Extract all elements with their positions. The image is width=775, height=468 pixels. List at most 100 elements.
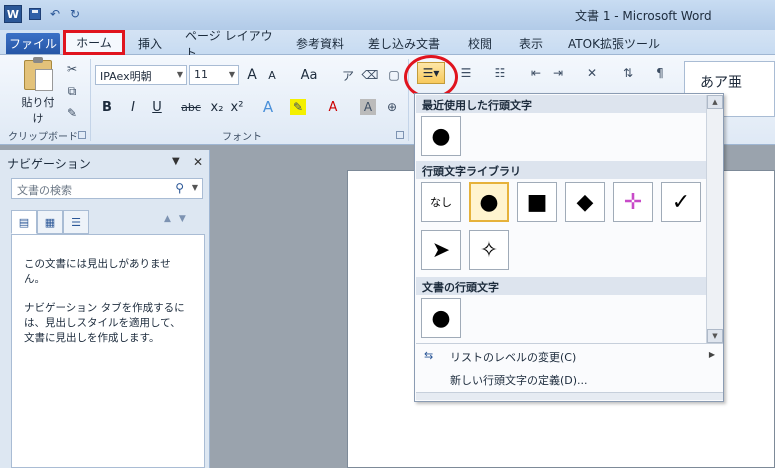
copy-icon[interactable]: ⧉ [64, 83, 80, 99]
paste-label: 貼り付け [21, 96, 55, 125]
decrease-indent-icon[interactable]: ⇤ [528, 65, 544, 81]
navigation-title: ナビゲーション [7, 157, 91, 171]
search-icon[interactable]: ⚲ [175, 181, 184, 195]
navigation-tabs: ▤ ▦ ☰ [11, 210, 89, 234]
menu-divider [416, 343, 723, 344]
character-border-icon[interactable]: ▢ [386, 67, 402, 83]
format-painter-icon[interactable]: ✎ [64, 105, 80, 121]
superscript-button[interactable]: x² [228, 97, 246, 117]
bullet-option-document[interactable]: ● [421, 298, 461, 338]
tab-headings[interactable]: ▤ [11, 210, 37, 234]
word-logo-icon[interactable]: W [4, 5, 22, 23]
search-placeholder: 文書の検索 [17, 184, 72, 197]
chevron-down-icon: ▼ [176, 70, 183, 79]
shrink-font-button[interactable]: A [263, 65, 281, 85]
save-icon [29, 8, 41, 20]
tab-home[interactable]: ホーム [63, 30, 125, 55]
clear-formatting-icon[interactable]: ⌫ [362, 67, 379, 83]
nav-arrows[interactable]: ▲▼ [164, 214, 194, 224]
navigation-pane: ナビゲーション ▼ ✕ 文書の検索 ⚲ ▼ ▤ ▦ ☰ ▲▼ この文書には見出し… [0, 150, 210, 468]
close-icon[interactable]: ✕ [193, 155, 203, 169]
window-title: 文書 1 - Microsoft Word [575, 9, 712, 23]
multilevel-list-icon[interactable]: ☷ [492, 65, 508, 81]
redo-button[interactable]: ↻ [68, 7, 82, 21]
undo-button[interactable]: ↶ [48, 7, 62, 21]
results-icon: ☰ [71, 215, 81, 229]
bullet-option-check[interactable]: ✓ [661, 182, 701, 222]
enclose-characters-icon[interactable]: ⊕ [384, 99, 400, 115]
tab-results[interactable]: ☰ [63, 210, 89, 234]
define-new-bullet-item[interactable]: 新しい行頭文字の定義(D)... [416, 369, 723, 389]
bullet-option-square[interactable]: ■ [517, 182, 557, 222]
library-bullets-header: 行頭文字ライブラリ [416, 161, 706, 179]
tab-pages[interactable]: ▦ [37, 210, 63, 234]
scroll-down-icon[interactable]: ▼ [707, 329, 723, 343]
list-level-icon: ⇆ [424, 349, 434, 362]
bold-button[interactable]: B [98, 97, 116, 117]
show-formatting-icon[interactable]: ¶ [652, 65, 668, 81]
strikethrough-button[interactable]: abc [178, 97, 204, 117]
dropdown-scrollbar[interactable]: ▲ ▼ [706, 95, 723, 343]
pane-menu-icon[interactable]: ▼ [172, 156, 180, 167]
tab-atok-tools[interactable]: ATOK拡張ツール [568, 33, 660, 54]
tab-references[interactable]: 参考資料 [292, 33, 348, 54]
asian-layout-icon[interactable]: ✕ [584, 65, 600, 81]
paste-button[interactable]: 貼り付け [18, 57, 58, 125]
headings-icon: ▤ [18, 215, 30, 229]
quick-access-toolbar: W ↶ ↻ [4, 5, 82, 23]
font-size-select[interactable]: 11 ▼ [189, 65, 239, 85]
clipboard-group-label: クリップボード [8, 132, 78, 143]
ribbon-tabs: ファイル ホーム 挿入 ページ レイアウト 参考資料 差し込み文書 校閲 表示 … [0, 29, 775, 60]
clipboard-icon [24, 57, 53, 91]
subscript-button[interactable]: x₂ [208, 97, 226, 117]
grow-font-button[interactable]: A [243, 65, 261, 85]
character-shading-icon[interactable]: A [360, 99, 376, 115]
save-button[interactable] [28, 7, 42, 21]
change-case-button[interactable]: Aa [296, 65, 322, 85]
tab-file[interactable]: ファイル [6, 33, 60, 54]
bullet-option-cross[interactable]: ✛ [613, 182, 653, 222]
bullet-option-star[interactable]: ✧ [469, 230, 509, 270]
style-preview: あア亜 [700, 75, 742, 91]
clipboard-launcher[interactable] [78, 131, 86, 139]
bullet-option-recent[interactable]: ● [421, 116, 461, 156]
numbering-icon[interactable]: ☰ [458, 65, 474, 81]
group-separator [90, 59, 91, 141]
tab-view[interactable]: 表示 [516, 33, 546, 54]
font-group-label: フォント [222, 132, 262, 143]
scroll-up-icon[interactable]: ▲ [707, 95, 723, 109]
bullet-library-dropdown: 最近使用した行頭文字 ● 行頭文字ライブラリ なし ● ■ ◆ ✛ ✓ ➤ ✧ … [414, 93, 724, 402]
font-launcher[interactable] [396, 131, 404, 139]
font-color-button[interactable]: A [324, 97, 342, 117]
increase-indent-icon[interactable]: ⇥ [550, 65, 566, 81]
chevron-down-icon[interactable]: ▼ [192, 183, 198, 192]
headings-help-message: ナビゲーション タブを作成するには、見出しスタイルを適用して、文書に見出しを作成… [24, 302, 185, 344]
bullet-option-arrow[interactable]: ➤ [421, 230, 461, 270]
change-list-level-item[interactable]: ⇆ リストのレベルの変更(C) ▶ [416, 346, 723, 366]
bullet-option-none[interactable]: なし [421, 182, 461, 222]
bullet-option-diamond[interactable]: ◆ [565, 182, 605, 222]
redo-icon: ↻ [69, 7, 81, 21]
font-size-value: 11 [194, 68, 208, 81]
document-bullets-header: 文書の行頭文字 [416, 277, 706, 295]
tab-mailings[interactable]: 差し込み文書 [368, 33, 440, 54]
bullet-option-disc[interactable]: ● [469, 182, 509, 222]
text-effects-icon[interactable]: A [260, 98, 276, 116]
tab-page-layout[interactable]: ページ レイアウト [185, 29, 273, 60]
title-bar: W ↶ ↻ 文書 1 - Microsoft Word [0, 0, 775, 30]
italic-button[interactable]: I [124, 97, 142, 117]
pages-icon: ▦ [44, 215, 56, 229]
search-input[interactable]: 文書の検索 ⚲ ▼ [11, 178, 203, 199]
sort-icon[interactable]: ⇅ [620, 65, 636, 81]
resize-grip[interactable] [416, 392, 723, 400]
font-name-value: IPAex明朝 [100, 70, 152, 83]
no-headings-message: この文書には見出しがありません。 [24, 258, 171, 285]
tab-insert[interactable]: 挿入 [135, 33, 165, 54]
underline-button[interactable]: U [148, 97, 166, 117]
cut-icon[interactable]: ✂ [64, 61, 80, 77]
phonetic-guide-icon[interactable]: ア [340, 67, 356, 83]
navigation-body: この文書には見出しがありません。 ナビゲーション タブを作成するには、見出しスタ… [11, 234, 205, 468]
tab-review[interactable]: 校閲 [465, 33, 495, 54]
highlight-icon[interactable]: ✎ [290, 99, 306, 115]
font-name-select[interactable]: IPAex明朝 ▼ [95, 65, 187, 85]
